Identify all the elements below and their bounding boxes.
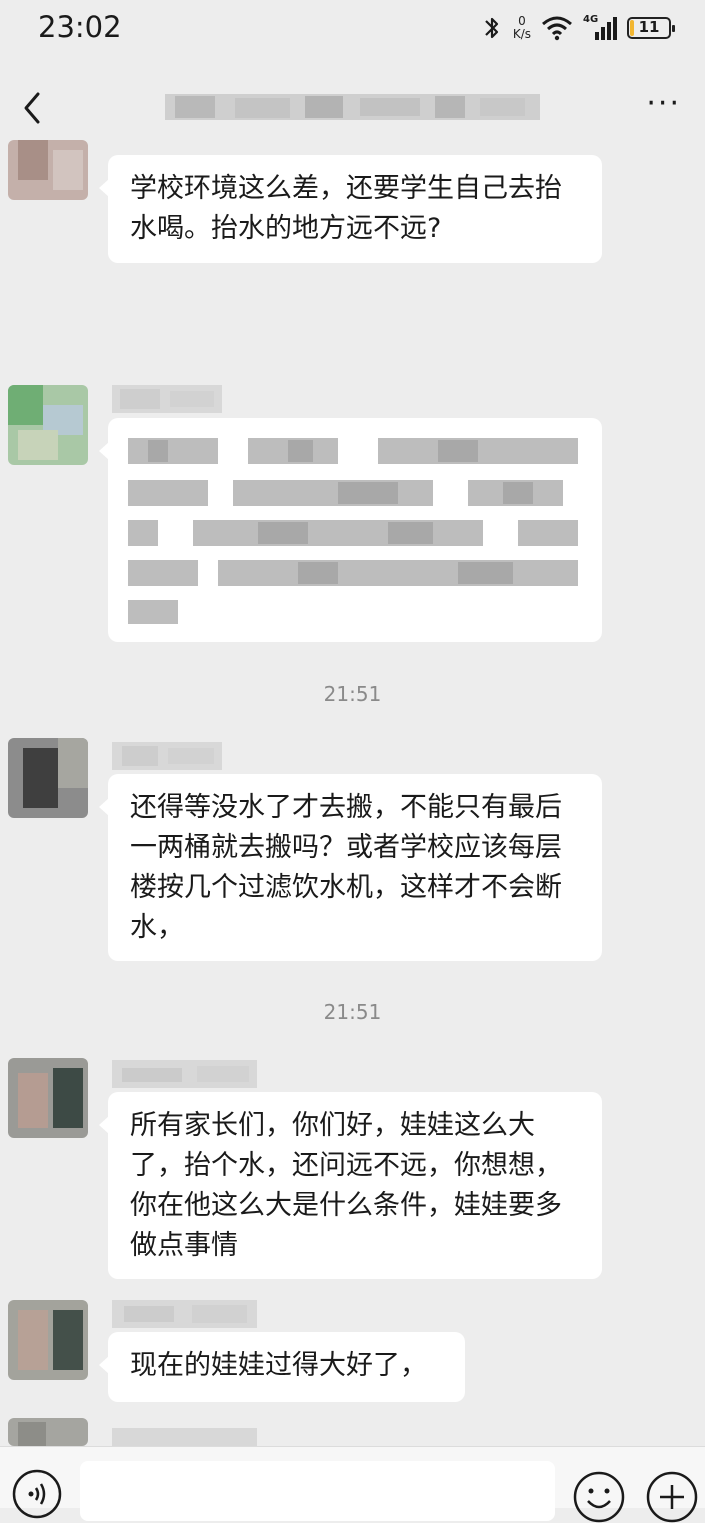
sender-name-redacted <box>112 742 222 770</box>
message-bubble[interactable]: 还得等没水了才去搬，不能只有最后一两桶就去搬吗？或者学校应该每层楼按几个过滤饮水… <box>99 774 602 961</box>
message-bubble-redacted[interactable] <box>99 418 602 642</box>
avatar[interactable] <box>8 738 88 818</box>
message-bubble[interactable]: 学校环境这么差，还要学生自己去抬水喝。抬水的地方远不远? <box>99 155 602 263</box>
sender-name-redacted <box>112 1428 257 1446</box>
sender-name-redacted <box>112 1060 257 1088</box>
message-text: 学校环境这么差，还要学生自己去抬水喝。抬水的地方远不远? <box>130 173 562 244</box>
wifi-icon <box>542 16 572 41</box>
timestamp: 21:51 <box>323 1000 382 1024</box>
message-text: 还得等没水了才去搬，不能只有最后一两桶就去搬吗？或者学校应该每层楼按几个过滤饮水… <box>130 792 562 943</box>
battery-level: 11 <box>638 18 660 36</box>
net-speed-unit: K/s <box>512 27 531 41</box>
chat-header: ··· <box>0 60 705 150</box>
avatar[interactable] <box>8 140 88 200</box>
timestamp: 21:51 <box>323 682 382 706</box>
redacted-text <box>128 438 578 624</box>
avatar[interactable] <box>8 1300 88 1380</box>
sender-name-redacted <box>112 385 222 413</box>
voice-icon[interactable] <box>12 1469 62 1519</box>
status-time: 23:02 <box>38 10 122 44</box>
message-bubble[interactable]: 所有家长们，你们好，娃娃这么大了，抬个水，还问远不远，你想想，你在他这么大是什么… <box>99 1092 602 1279</box>
chevron-left-icon[interactable] <box>18 88 48 128</box>
battery-icon: 11 <box>627 17 675 39</box>
signal-icon: 4G <box>583 14 617 42</box>
sender-name-redacted <box>112 1300 257 1328</box>
more-icon[interactable]: ··· <box>646 89 681 119</box>
plus-icon[interactable] <box>646 1471 698 1523</box>
message-text: 所有家长们，你们好，娃娃这么大了，抬个水，还问远不远，你想想，你在他这么大是什么… <box>130 1110 562 1261</box>
emoji-icon[interactable] <box>573 1471 625 1523</box>
message-input[interactable] <box>80 1461 555 1521</box>
status-icons: 0 K/s 4G 11 <box>481 12 675 44</box>
bluetooth-icon <box>485 17 498 39</box>
avatar[interactable] <box>8 385 88 465</box>
avatar[interactable] <box>8 1058 88 1138</box>
avatar[interactable] <box>8 1418 88 1446</box>
chat-title-redacted <box>165 94 540 120</box>
status-bar: 23:02 0 K/s 4G 11 <box>0 0 705 58</box>
message-bubble[interactable]: 现在的娃娃过得大好了， <box>99 1332 465 1402</box>
input-bar <box>0 1446 705 1523</box>
message-text: 现在的娃娃过得大好了， <box>130 1350 427 1381</box>
net-speed: 0 K/s <box>513 15 531 41</box>
